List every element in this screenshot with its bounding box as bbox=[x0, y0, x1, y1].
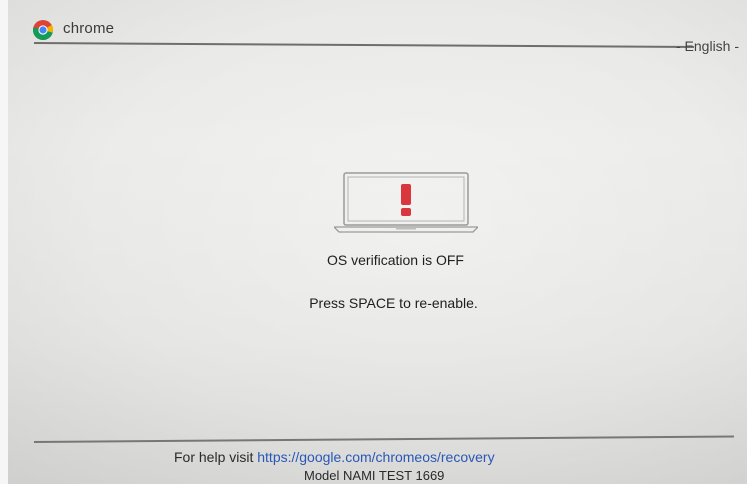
chrome-wordmark: chrome bbox=[63, 20, 115, 37]
screen-edge bbox=[0, 0, 8, 484]
chrome-logo-icon bbox=[32, 19, 54, 41]
footer-divider bbox=[33, 435, 734, 443]
screen-glare bbox=[8, 0, 747, 484]
header-divider bbox=[33, 42, 694, 49]
help-prefix: For help visit bbox=[174, 449, 258, 465]
recovery-help-link[interactable]: https://google.com/chromeos/recovery bbox=[257, 449, 494, 465]
laptop-warning-icon bbox=[332, 171, 480, 233]
help-text: For help visit https://google.com/chrome… bbox=[174, 449, 495, 465]
status-title: OS verification is OFF bbox=[327, 252, 464, 268]
model-info: Model NAMI TEST 1669 bbox=[304, 468, 445, 483]
firmware-screen: chrome - English - OS verification is OF… bbox=[8, 0, 747, 484]
language-selector[interactable]: - English - bbox=[676, 38, 739, 54]
header: chrome - English - bbox=[8, 0, 747, 60]
instruction-text: Press SPACE to re-enable. bbox=[309, 295, 478, 311]
